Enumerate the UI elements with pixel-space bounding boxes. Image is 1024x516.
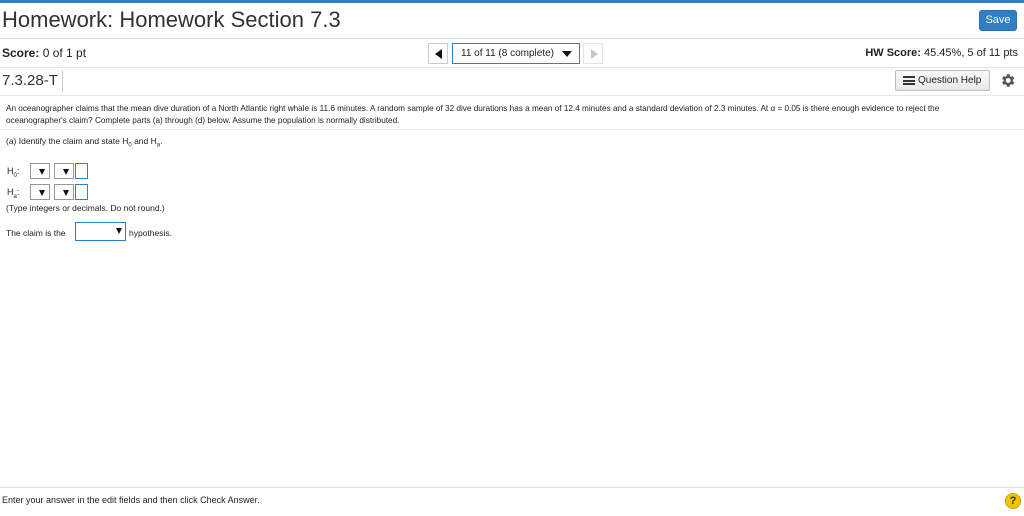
top-accent-bar bbox=[0, 0, 1024, 3]
footer-instruction: Enter your answer in the edit fields and… bbox=[2, 495, 260, 505]
chevron-down-icon bbox=[39, 190, 45, 196]
divider bbox=[62, 70, 63, 92]
question-id: 7.3.28-T bbox=[2, 72, 58, 89]
chevron-down-icon bbox=[63, 190, 69, 196]
claim-hypothesis-select[interactable] bbox=[75, 222, 126, 241]
divider bbox=[0, 38, 1024, 39]
question-selector-dropdown[interactable]: 11 of 11 (8 complete) bbox=[452, 43, 580, 64]
claim-suffix: hypothesis. bbox=[129, 228, 172, 238]
divider bbox=[0, 95, 1024, 96]
chevron-down-icon bbox=[63, 169, 69, 175]
divider bbox=[0, 129, 1024, 130]
divider bbox=[0, 487, 1024, 488]
next-question-button[interactable] bbox=[583, 43, 603, 64]
problem-statement: An oceanographer claims that the mean di… bbox=[6, 104, 940, 125]
chevron-down-icon bbox=[39, 169, 45, 175]
question-selector-value: 11 of 11 (8 complete) bbox=[461, 48, 555, 59]
save-button[interactable]: Save bbox=[979, 10, 1017, 31]
triangle-right-icon bbox=[591, 49, 598, 59]
divider bbox=[0, 67, 1024, 68]
previous-question-button[interactable] bbox=[428, 43, 448, 64]
part-a-and: and H bbox=[131, 136, 157, 146]
h0-operator-select[interactable] bbox=[54, 163, 74, 179]
triangle-left-icon bbox=[435, 49, 442, 59]
hw-score-display: HW Score: 45.45%, 5 of 11 pts bbox=[865, 47, 1018, 59]
ha-parameter-select[interactable] bbox=[30, 184, 50, 200]
score-value: 0 of 1 pt bbox=[42, 46, 87, 60]
ha-value-input[interactable] bbox=[75, 184, 88, 200]
ha-operator-select[interactable] bbox=[54, 184, 74, 200]
ha-label: Ha: bbox=[7, 187, 19, 200]
part-a-end: . bbox=[160, 136, 163, 146]
question-help-label: Question Help bbox=[918, 75, 982, 86]
score-display: Score: 0 of 1 pt bbox=[2, 46, 86, 60]
list-icon bbox=[903, 76, 915, 85]
ha-colon: : bbox=[16, 187, 20, 197]
part-a-prompt: (a) Identify the claim and state H0 and … bbox=[6, 136, 162, 149]
part-a-text: (a) Identify the claim and state H bbox=[6, 136, 129, 146]
claim-prefix: The claim is the bbox=[6, 228, 66, 238]
chevron-down-icon bbox=[562, 51, 572, 57]
gear-icon[interactable] bbox=[999, 72, 1016, 89]
question-help-button[interactable]: Question Help bbox=[895, 70, 990, 91]
question-circle-icon[interactable]: ? bbox=[1005, 493, 1021, 509]
h0-parameter-select[interactable] bbox=[30, 163, 50, 179]
score-label: Score: bbox=[2, 46, 40, 60]
chevron-down-icon bbox=[116, 228, 122, 234]
input-hint: (Type integers or decimals. Do not round… bbox=[6, 203, 165, 213]
hw-score-value: 45.45%, 5 of 11 pts bbox=[924, 47, 1018, 59]
h0-colon: : bbox=[16, 166, 20, 176]
h0-value-input[interactable] bbox=[75, 163, 88, 179]
hw-score-label: HW Score: bbox=[865, 47, 921, 59]
h0-label: H0: bbox=[7, 166, 19, 179]
page-title: Homework: Homework Section 7.3 bbox=[2, 7, 341, 32]
